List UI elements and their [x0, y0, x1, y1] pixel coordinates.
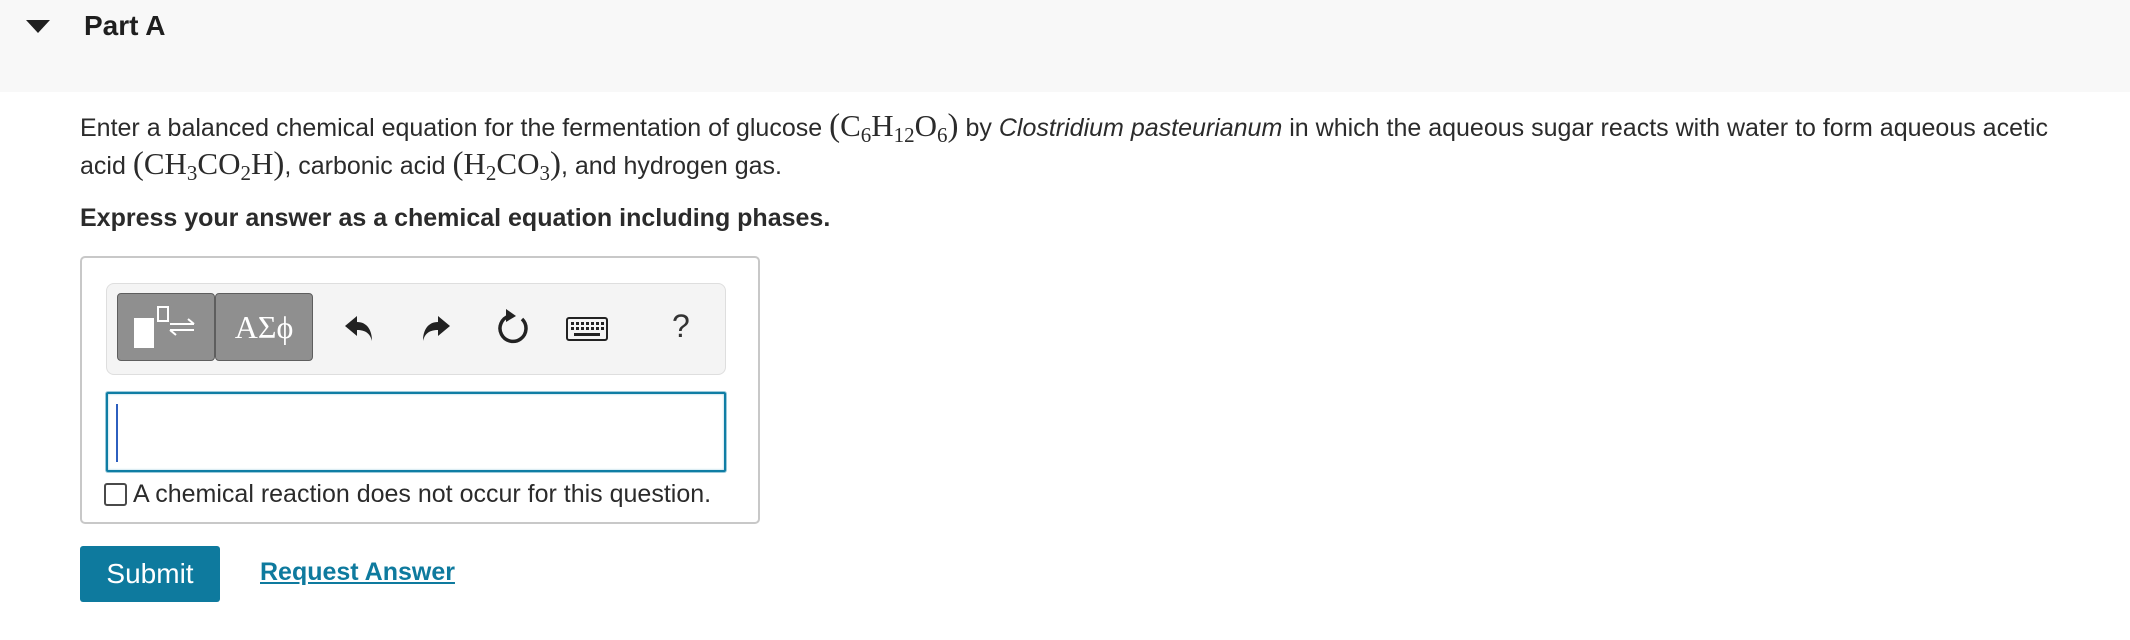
- redo-icon[interactable]: [412, 306, 456, 350]
- no-reaction-label[interactable]: A chemical reaction does not occur for t…: [133, 480, 711, 509]
- acetic-acid-formula: CH3CO2H: [143, 146, 274, 185]
- no-reaction-option[interactable]: A chemical reaction does not occur for t…: [104, 480, 711, 509]
- part-title: Part A: [84, 10, 166, 41]
- part-header: Part A: [0, 0, 2130, 92]
- carbonic-acid-formula: H2CO3: [463, 146, 550, 185]
- question-text: Enter a balanced chemical equation for t…: [80, 108, 2048, 185]
- no-reaction-checkbox[interactable]: [104, 483, 127, 506]
- undo-icon[interactable]: [339, 306, 383, 350]
- question-text-part: , carbonic acid: [284, 152, 453, 180]
- request-answer-link[interactable]: Request Answer: [260, 558, 455, 587]
- reset-icon[interactable]: [492, 306, 536, 350]
- symbols-button[interactable]: ΑΣϕ: [215, 293, 313, 361]
- question-text-part: Enter a balanced chemical equation for t…: [80, 114, 830, 142]
- text-cursor: [116, 404, 118, 462]
- templates-button[interactable]: [117, 293, 215, 361]
- math-toolbar: ΑΣϕ ?: [106, 283, 726, 375]
- glucose-formula: C6H12O6: [840, 108, 948, 147]
- submit-button[interactable]: Submit: [80, 546, 220, 602]
- equation-input[interactable]: [106, 392, 726, 472]
- collapse-caret-icon[interactable]: [26, 20, 50, 33]
- answer-instruction: Express your answer as a chemical equati…: [80, 204, 831, 232]
- help-button[interactable]: ?: [672, 308, 690, 345]
- question-text-part: by: [958, 114, 999, 142]
- question-text-part: , and hydrogen gas.: [560, 152, 782, 180]
- keyboard-icon[interactable]: [565, 306, 611, 350]
- templates-icon: [134, 306, 195, 348]
- answer-panel: ΑΣϕ ? A chemical reaction does not occur…: [80, 256, 760, 524]
- organism-name: Clostridium pasteurianum: [998, 114, 1283, 142]
